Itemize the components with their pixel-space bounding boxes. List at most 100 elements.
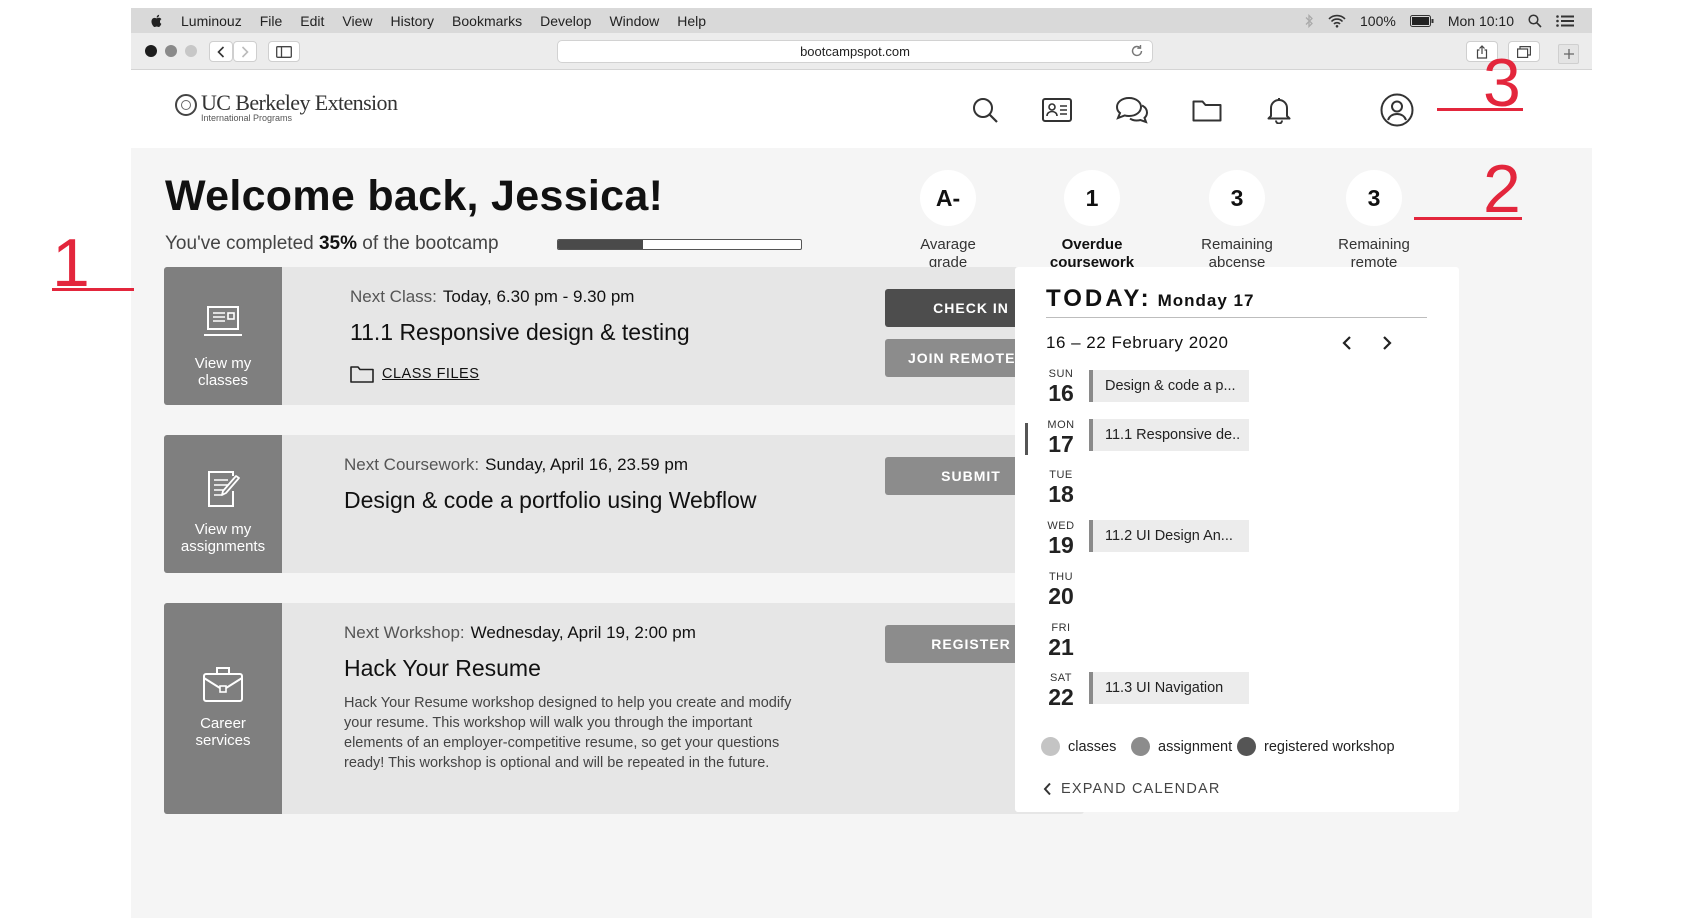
calendar-divider [1046, 317, 1427, 318]
stat-remaining-remote[interactable]: 3 Remaining remote [1314, 170, 1434, 272]
calendar-week-range: 16 – 22 February 2020 [1046, 333, 1229, 352]
spotlight-search-icon[interactable] [1528, 13, 1542, 28]
day-of-week: WED [1047, 520, 1075, 532]
reload-icon[interactable] [1130, 44, 1144, 58]
legend-registered-workshop: registered workshop [1237, 737, 1395, 756]
stat-overdue-coursework[interactable]: 1 Overdue coursework [1032, 170, 1152, 272]
meta-label: Next Coursework: [344, 455, 480, 474]
calendar-day-mon[interactable]: MON 17 [1043, 419, 1079, 457]
calendar-day-fri[interactable]: FRI 21 [1043, 622, 1079, 660]
calendar-day-wed[interactable]: WED 19 [1043, 520, 1079, 558]
plus-icon [1563, 49, 1574, 59]
progress-suffix: of the bootcamp [362, 233, 499, 254]
site-header: UC Berkeley Extension International Prog… [131, 70, 1592, 148]
next-class-title[interactable]: 11.1 Responsive design & testing [350, 319, 690, 346]
day-number: 20 [1048, 583, 1074, 609]
search-icon [973, 98, 998, 123]
view-assignments-button[interactable]: View my assignments [164, 435, 282, 573]
search-button[interactable] [967, 92, 1003, 128]
stat-circle: 1 [1064, 170, 1120, 226]
stat-label-line1: Avarage [920, 236, 976, 253]
calendar-event[interactable]: 11.1 Responsive de.. [1089, 419, 1249, 451]
wifi-icon[interactable] [1328, 14, 1346, 28]
user-profile-button[interactable] [1379, 92, 1415, 128]
sidebar-toggle-button[interactable] [268, 41, 300, 62]
legend-label: registered workshop [1264, 738, 1395, 755]
menu-view[interactable]: View [342, 13, 372, 29]
expand-calendar-link[interactable]: EXPAND CALENDAR [1043, 781, 1221, 797]
menu-bookmarks[interactable]: Bookmarks [452, 13, 522, 29]
menu-window[interactable]: Window [609, 13, 659, 29]
calendar-day-tue[interactable]: TUE 18 [1043, 469, 1079, 507]
logo-brand: UC Berkeley Extension [201, 90, 398, 115]
address-bar[interactable]: bootcampspot.com [557, 40, 1153, 63]
meta-value: Wednesday, April 19, 2:00 pm [470, 623, 696, 642]
uc-berkeley-logo[interactable]: UC Berkeley Extension International Prog… [175, 90, 398, 123]
calendar-day-thu[interactable]: THU 20 [1043, 571, 1079, 609]
notification-center-icon[interactable] [1556, 14, 1574, 27]
battery-icon[interactable] [1409, 14, 1434, 27]
window-minimize-button[interactable] [165, 45, 177, 57]
legend-swatch [1237, 737, 1256, 756]
forward-button[interactable] [233, 41, 257, 62]
next-week-button[interactable] [1377, 333, 1397, 353]
view-classes-button[interactable]: View my classes [164, 267, 282, 405]
menu-app-name[interactable]: Luminouz [181, 13, 242, 29]
next-coursework-title[interactable]: Design & code a portfolio using Webflow [344, 487, 757, 514]
next-class-card: View my classes Next Class: Today, 6.30 pm… [164, 267, 1084, 405]
menu-history[interactable]: History [390, 13, 434, 29]
legend-assignment: assignment [1131, 737, 1232, 756]
meta-value: Sunday, April 16, 23.59 pm [485, 455, 688, 474]
progress-bar [557, 239, 802, 250]
stat-circle: 3 [1346, 170, 1402, 226]
next-workshop-title[interactable]: Hack Your Resume [344, 655, 541, 682]
calendar-event[interactable]: 11.3 UI Navigation [1089, 672, 1249, 704]
day-number: 19 [1048, 532, 1074, 558]
notifications-button[interactable] [1261, 92, 1297, 128]
class-files-link[interactable]: CLASS FILES [350, 365, 479, 383]
calendar-widget: TODAY: Monday 17 16 – 22 February 2020 SU… [1015, 267, 1459, 812]
legend-swatch [1041, 737, 1060, 756]
progress-text: You've completed 35% of the bootcamp [165, 233, 499, 255]
messages-button[interactable] [1114, 92, 1150, 128]
calendar-day-sat[interactable]: SAT 22 [1043, 672, 1079, 710]
stat-circle: 3 [1209, 170, 1265, 226]
bluetooth-icon[interactable] [1304, 13, 1314, 28]
menu-file[interactable]: File [260, 13, 283, 29]
side-label-line2: services [195, 732, 251, 749]
menu-help[interactable]: Help [677, 13, 706, 29]
files-button[interactable] [1189, 92, 1225, 128]
next-coursework-meta: Next Coursework: Sunday, April 16, 23.59 … [344, 455, 688, 475]
stat-average-grade[interactable]: A- Avarage grade [888, 170, 1008, 272]
previous-week-button[interactable] [1337, 333, 1357, 353]
meta-value: Today, 6.30 pm - 9.30 pm [442, 287, 635, 306]
next-coursework-card: View my assignments Next Coursework: Sunda… [164, 435, 1084, 573]
progress-bar-fill [558, 240, 644, 249]
menu-edit[interactable]: Edit [300, 13, 324, 29]
folder-icon [1192, 100, 1222, 122]
day-number: 16 [1048, 380, 1074, 406]
next-class-meta: Next Class: Today, 6.30 pm - 9.30 pm [350, 287, 634, 307]
back-button[interactable] [209, 41, 233, 62]
window-close-button[interactable] [145, 45, 157, 57]
calendar-event[interactable]: 11.2 UI Design An... [1089, 520, 1249, 552]
profile-card-button[interactable] [1039, 92, 1075, 128]
bell-icon [1267, 98, 1291, 124]
apple-icon[interactable] [149, 13, 165, 29]
calendar-day-sun[interactable]: SUN 16 [1043, 368, 1079, 406]
stat-remaining-absence[interactable]: 3 Remaining abcense [1177, 170, 1297, 272]
day-of-week: SUN [1048, 368, 1074, 380]
career-services-button[interactable]: Career services [164, 603, 282, 814]
stat-circle: A- [920, 170, 976, 226]
progress-value: 35% [318, 233, 358, 254]
today-value: Monday 17 [1157, 291, 1255, 310]
calendar-event[interactable]: Design & code a p... [1089, 370, 1249, 402]
menu-develop[interactable]: Develop [540, 13, 591, 29]
clock[interactable]: Mon 10:10 [1448, 13, 1514, 29]
side-label-line1: Career [200, 715, 246, 732]
window-zoom-button[interactable] [185, 45, 197, 57]
day-of-week: FRI [1051, 622, 1071, 634]
new-tab-button[interactable] [1558, 44, 1579, 64]
sidebar-icon [276, 45, 292, 58]
browser-toolbar: bootcampspot.com [131, 33, 1592, 70]
